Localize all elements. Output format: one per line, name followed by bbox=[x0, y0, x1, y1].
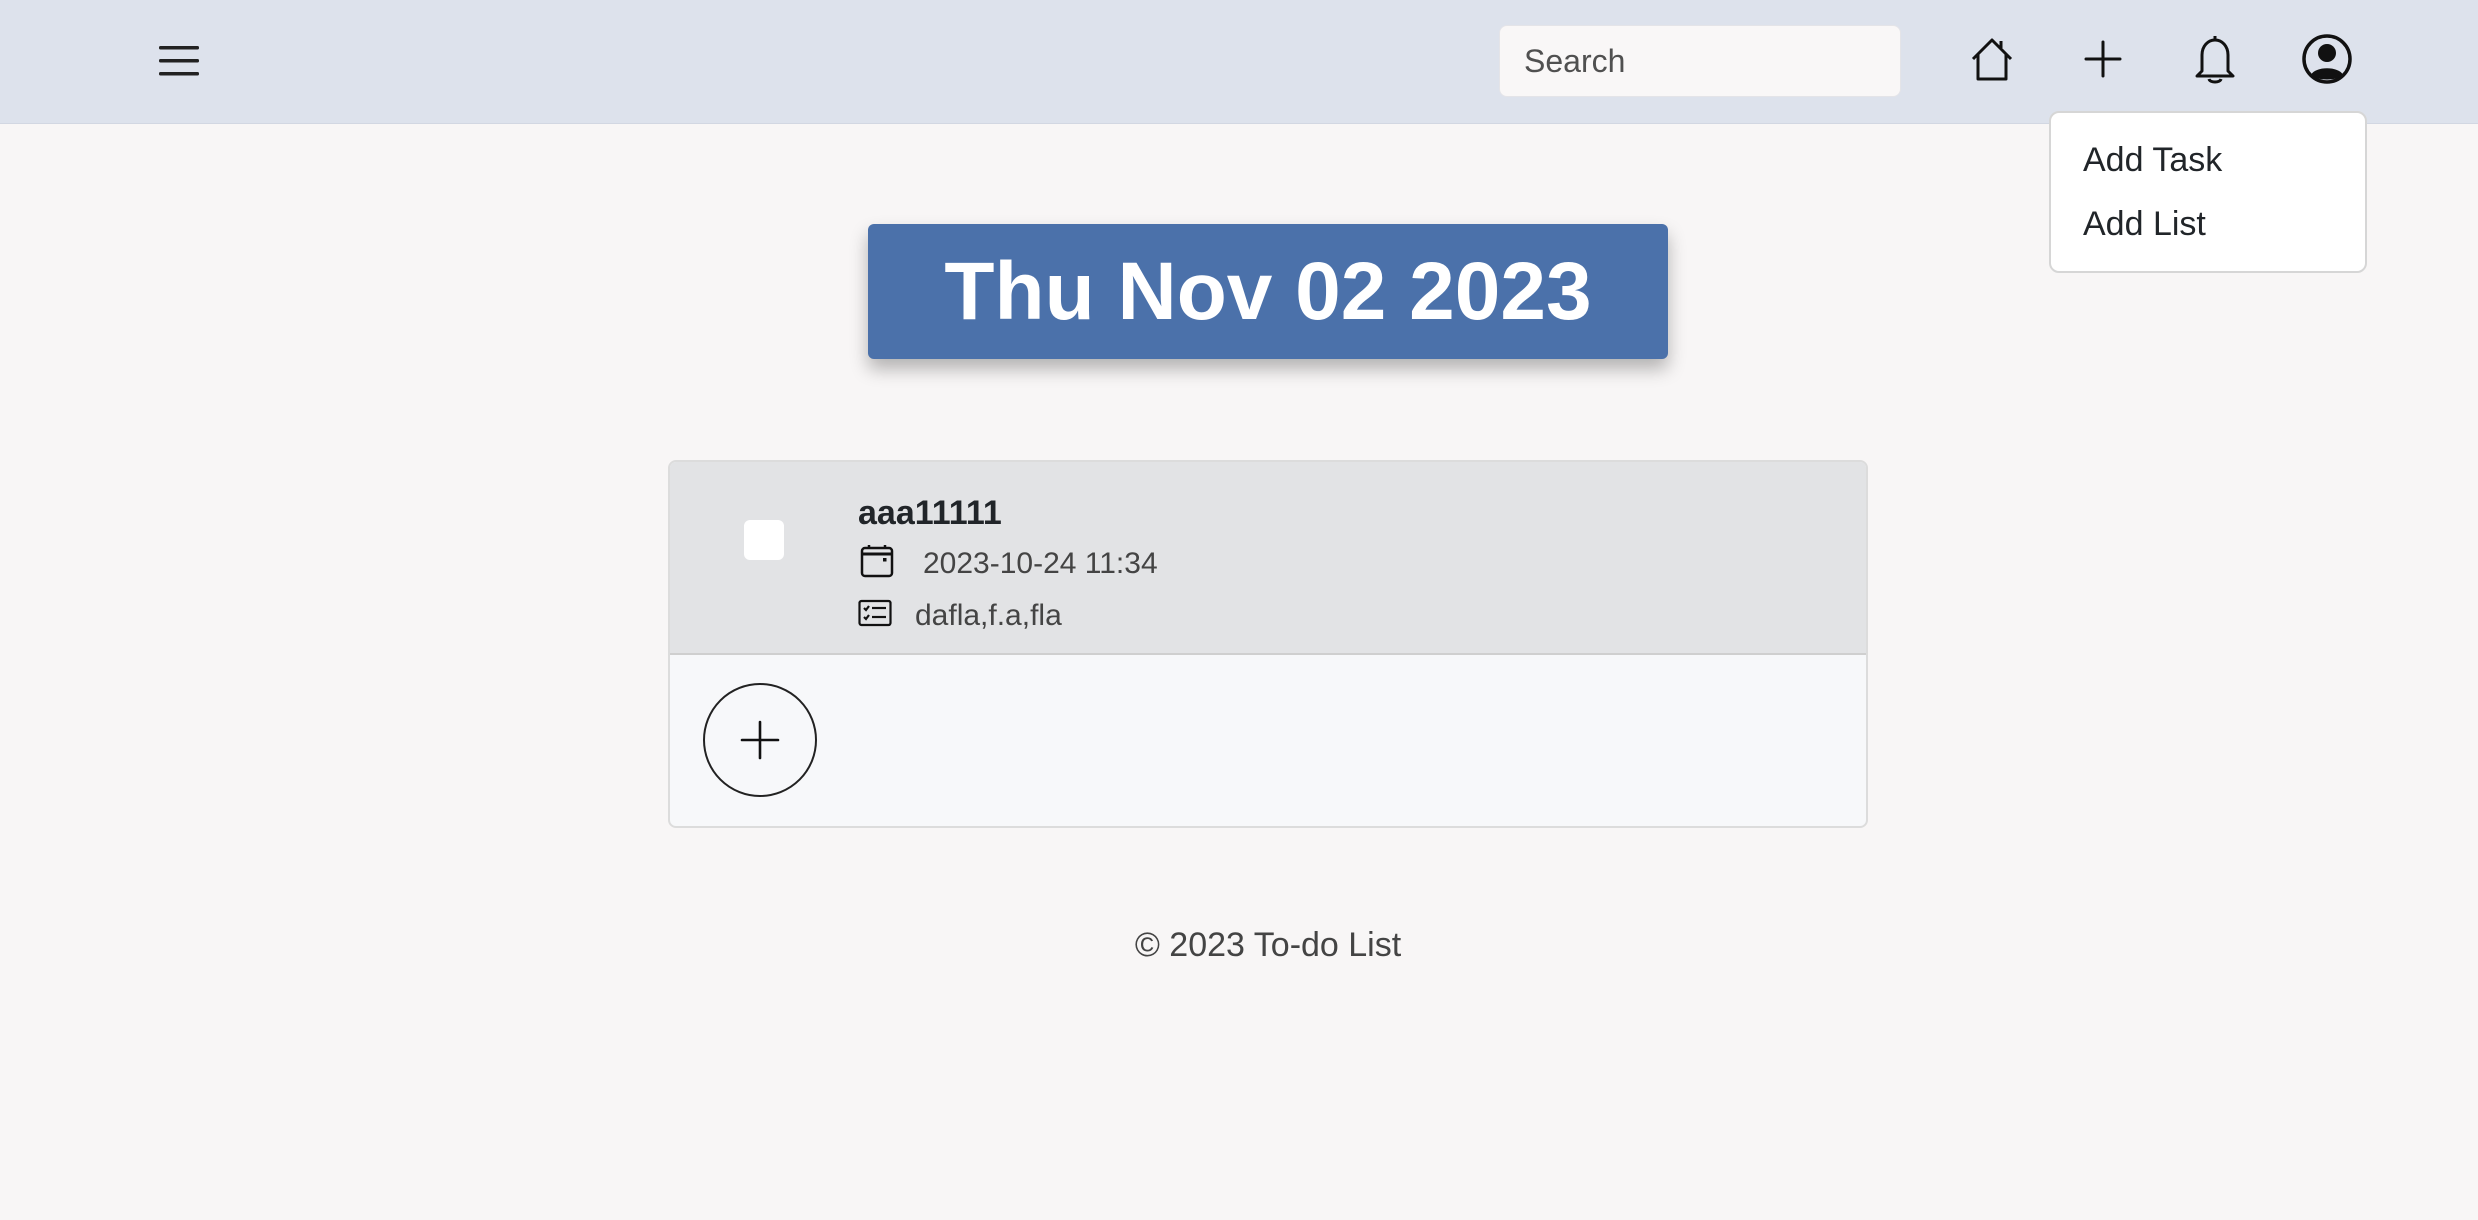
task-list-card: aaa11111 2023-10-24 11:34 dafla,f.a,fla bbox=[668, 460, 1868, 828]
calendar-icon bbox=[860, 544, 894, 578]
task-description: dafla,f.a,fla bbox=[915, 599, 1062, 632]
plus-circle-icon bbox=[740, 720, 780, 760]
task-title[interactable]: aaa11111 bbox=[858, 494, 1002, 533]
checklist-icon bbox=[858, 599, 892, 629]
top-navbar bbox=[0, 0, 2478, 124]
add-task-button[interactable] bbox=[703, 683, 817, 797]
add-dropdown-menu: Add Task Add List bbox=[2049, 111, 2367, 273]
date-banner: Thu Nov 02 2023 bbox=[868, 224, 1668, 359]
current-date: Thu Nov 02 2023 bbox=[944, 245, 1592, 337]
add-task-menu-item[interactable]: Add Task bbox=[2083, 143, 2222, 177]
task-row: aaa11111 2023-10-24 11:34 dafla,f.a,fla bbox=[670, 462, 1866, 655]
task-due-date: 2023-10-24 11:34 bbox=[923, 547, 1158, 580]
footer-text: © 2023 To-do List bbox=[1134, 926, 1402, 964]
home-icon[interactable] bbox=[1963, 28, 2021, 90]
hamburger-menu-icon[interactable] bbox=[150, 30, 208, 92]
user-circle-icon[interactable] bbox=[2298, 28, 2356, 90]
search-input[interactable] bbox=[1499, 25, 1901, 97]
bell-icon[interactable] bbox=[2186, 28, 2244, 90]
plus-icon[interactable] bbox=[2074, 28, 2132, 90]
add-list-menu-item[interactable]: Add List bbox=[2083, 207, 2206, 241]
task-checkbox[interactable] bbox=[744, 520, 784, 560]
